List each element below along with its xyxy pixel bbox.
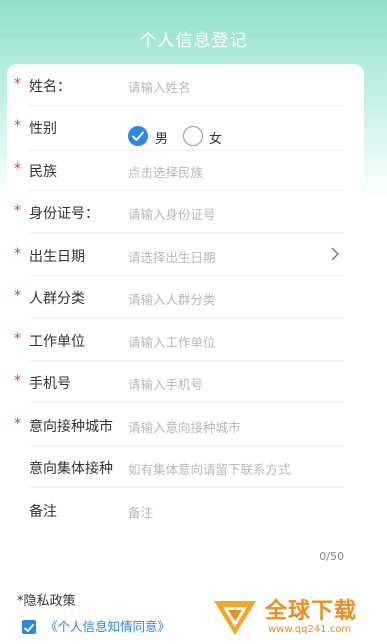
field-phone-label: 手机号: [29, 376, 71, 392]
required-mark: *: [14, 331, 21, 347]
field-ethnicity-label: 民族: [29, 164, 57, 180]
vaccination-city-input[interactable]: 请输入意向接种城市: [128, 417, 241, 436]
id-number-input[interactable]: 请输入身份证号: [128, 204, 216, 223]
field-remark-label: 备注: [29, 504, 57, 520]
field-group-vaccination-label: 意向集体接种: [29, 461, 113, 477]
radio-male-label: 男: [155, 132, 169, 147]
field-group-vaccination[interactable]: 意向集体接种 如有集体意向请留下联系方式: [7, 446, 364, 488]
watermark: 全球下载 www.qq241.com: [210, 593, 385, 643]
field-vaccination-city-label: 意向接种城市: [29, 419, 113, 435]
divider: [29, 402, 344, 403]
field-remark[interactable]: 备注 备注: [7, 489, 364, 549]
field-name-label: 姓名：: [29, 79, 71, 95]
watermark-url: www.qq241.com: [268, 624, 352, 635]
field-phone[interactable]: * 手机号 请输入手机号: [7, 361, 364, 403]
field-birth-date[interactable]: * 出生日期 请选择出生日期: [7, 234, 364, 276]
check-icon: [132, 131, 144, 141]
watermark-logo-icon: [214, 601, 256, 635]
watermark-title: 全球下载: [265, 599, 358, 624]
required-mark: *: [14, 118, 21, 134]
field-vaccination-city[interactable]: * 意向接种城市 请输入意向接种城市: [7, 404, 364, 446]
field-id-number-label: 身份证号：: [29, 206, 99, 222]
required-mark: *: [14, 203, 21, 219]
field-work-unit-label: 工作单位: [29, 334, 85, 350]
checkmark-icon: [24, 624, 34, 632]
divider: [29, 317, 344, 318]
required-mark: *: [14, 76, 21, 92]
field-work-unit[interactable]: * 工作单位 请输入工作单位: [7, 319, 364, 361]
privacy-title: *隐私政策: [17, 594, 76, 609]
name-input[interactable]: 请输入姓名: [128, 77, 191, 96]
field-gender-label: 性别: [29, 121, 57, 137]
divider: [29, 487, 344, 488]
radio-male[interactable]: [128, 126, 148, 146]
field-population-type[interactable]: * 人群分类 请输入人群分类: [7, 276, 364, 318]
remark-textarea[interactable]: 备注: [128, 502, 153, 521]
population-type-input[interactable]: 请输入人群分类: [128, 289, 216, 308]
required-mark: *: [14, 416, 21, 432]
ethnicity-select[interactable]: 点击选择民族: [128, 162, 203, 181]
remark-char-counter: 0/50: [319, 550, 344, 563]
birth-date-picker[interactable]: 请选择出生日期: [128, 247, 216, 266]
required-mark: *: [14, 373, 21, 389]
required-mark: *: [14, 161, 21, 177]
consent-checkbox[interactable]: [22, 620, 36, 634]
divider: [29, 232, 344, 233]
work-unit-input[interactable]: 请输入工作单位: [128, 332, 216, 351]
required-mark: *: [14, 288, 21, 304]
radio-female-label: 女: [209, 132, 223, 147]
field-ethnicity[interactable]: * 民族 点击选择民族: [7, 149, 364, 191]
radio-female[interactable]: [183, 126, 203, 146]
page-title: 个人信息登记: [139, 31, 248, 51]
required-mark: *: [14, 246, 21, 262]
field-birth-date-label: 出生日期: [29, 249, 85, 265]
field-id-number[interactable]: * 身份证号： 请输入身份证号: [7, 191, 364, 233]
form-card: * 姓名： 请输入姓名 * 性别 男 女 * 民族 点击选择民族 * 身份证号：…: [7, 64, 364, 572]
chevron-right-icon[interactable]: [328, 246, 342, 262]
consent-agreement-link[interactable]: 《个人信息知情同意》: [45, 616, 170, 635]
group-vaccination-input[interactable]: 如有集体意向请留下联系方式: [128, 459, 291, 478]
field-name[interactable]: * 姓名： 请输入姓名: [7, 64, 364, 106]
field-population-type-label: 人群分类: [29, 291, 85, 307]
phone-input[interactable]: 请输入手机号: [128, 374, 203, 393]
